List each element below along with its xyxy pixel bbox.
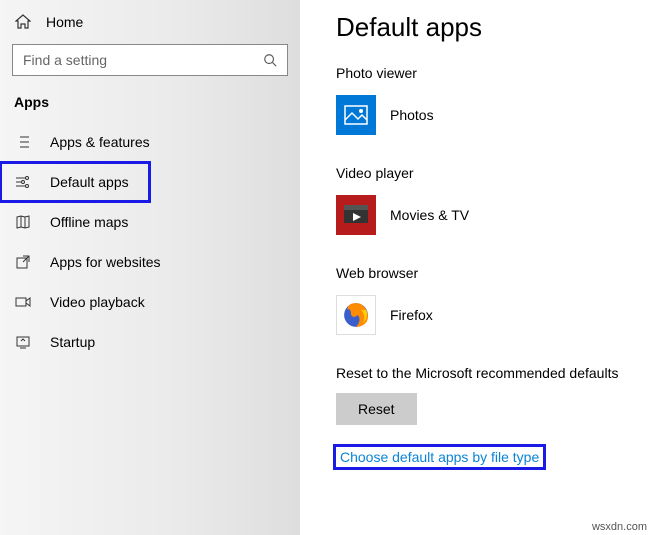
group-web-browser: Web browser Firefox (336, 265, 641, 335)
open-icon (14, 254, 32, 270)
group-title: Web browser (336, 265, 641, 281)
sidebar-item-startup[interactable]: Startup (0, 322, 300, 362)
group-title: Video player (336, 165, 641, 181)
list-icon (14, 134, 32, 150)
group-photo-viewer: Photo viewer Photos (336, 65, 641, 135)
home-label: Home (46, 14, 83, 30)
main-panel: Default apps Photo viewer Photos Video p… (300, 0, 651, 535)
defaults-icon (14, 174, 32, 190)
sidebar-item-label: Apps for websites (50, 254, 161, 270)
sidebar-item-label: Offline maps (50, 214, 128, 230)
sidebar: Home Find a setting Apps Apps & features… (0, 0, 300, 535)
search-icon (263, 53, 277, 67)
sidebar-item-offline-maps[interactable]: Offline maps (0, 202, 300, 242)
app-label: Firefox (390, 307, 433, 323)
reset-section: Reset to the Microsoft recommended defau… (336, 365, 641, 425)
sidebar-item-apps-features[interactable]: Apps & features (0, 122, 300, 162)
home-button[interactable]: Home (0, 14, 300, 44)
video-icon (14, 294, 32, 310)
app-label: Movies & TV (390, 207, 469, 223)
group-video-player: Video player Movies & TV (336, 165, 641, 235)
firefox-icon (336, 295, 376, 335)
sidebar-item-label: Default apps (50, 174, 129, 190)
map-icon (14, 214, 32, 230)
page-title: Default apps (336, 12, 641, 43)
app-tile-firefox[interactable]: Firefox (336, 295, 641, 335)
sidebar-item-apps-websites[interactable]: Apps for websites (0, 242, 300, 282)
choose-by-file-type-link[interactable]: Choose default apps by file type (336, 447, 543, 467)
link-row: Choose default apps by file type (336, 447, 641, 467)
section-title: Apps (0, 94, 300, 122)
sidebar-item-video-playback[interactable]: Video playback (0, 282, 300, 322)
search-placeholder: Find a setting (23, 52, 263, 68)
watermark: wsxdn.com (592, 521, 647, 533)
app-label: Photos (390, 107, 434, 123)
photos-icon (336, 95, 376, 135)
sidebar-item-label: Apps & features (50, 134, 150, 150)
search-input[interactable]: Find a setting (12, 44, 288, 76)
sidebar-item-default-apps[interactable]: Default apps (0, 162, 150, 202)
home-icon (14, 14, 32, 30)
movies-tv-icon (336, 195, 376, 235)
sidebar-item-label: Video playback (50, 294, 145, 310)
reset-text: Reset to the Microsoft recommended defau… (336, 365, 641, 381)
startup-icon (14, 334, 32, 350)
nav-list: Apps & features Default apps Offline map… (0, 122, 300, 362)
sidebar-item-label: Startup (50, 334, 95, 350)
reset-button[interactable]: Reset (336, 393, 417, 425)
app-tile-movies-tv[interactable]: Movies & TV (336, 195, 641, 235)
app-tile-photos[interactable]: Photos (336, 95, 641, 135)
group-title: Photo viewer (336, 65, 641, 81)
